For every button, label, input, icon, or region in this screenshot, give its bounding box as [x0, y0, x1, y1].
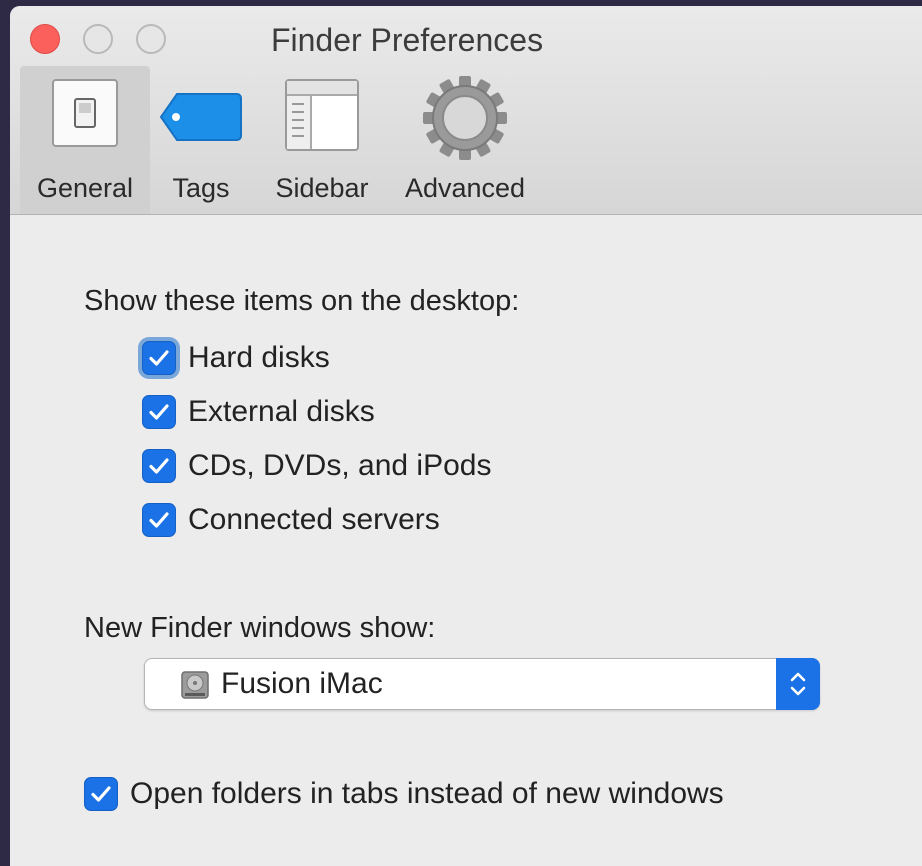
window-title: Finder Preferences — [270, 22, 544, 58]
hard-disks-label: Hard disks — [188, 341, 330, 374]
tab-label: General — [36, 173, 134, 203]
checkmark-icon — [149, 458, 169, 474]
general-pane: Show these items on the desktop: Hard di… — [10, 215, 922, 866]
selected-location: Fusion iMac — [221, 667, 383, 700]
cds-dvds-ipods-label: CDs, DVDs, and iPods — [188, 449, 492, 482]
connected-servers-checkbox[interactable] — [142, 503, 176, 537]
hard-disks-checkbox[interactable] — [142, 341, 176, 375]
general-switch-icon — [51, 78, 119, 153]
finder-preferences-window: Finder Preferences General Tags Sidebar … — [10, 6, 922, 866]
tab-label: Tags — [172, 173, 230, 203]
cds-dvds-ipods-checkbox[interactable] — [142, 449, 176, 483]
gear-icon — [421, 74, 509, 167]
hard-disk-icon — [179, 669, 211, 701]
chevron-updown-icon[interactable] — [776, 658, 820, 710]
connected-servers-label: Connected servers — [188, 503, 440, 536]
checkmark-icon — [149, 404, 169, 420]
checkmark-icon — [91, 786, 111, 802]
new-finder-window-select[interactable]: Fusion iMac — [144, 658, 820, 710]
checkmark-icon — [149, 512, 169, 528]
desktop-items-heading: Show these items on the desktop: — [84, 285, 520, 317]
external-disks-option[interactable]: External disks — [142, 395, 375, 429]
tab-general[interactable]: General — [20, 66, 150, 214]
tab-sidebar[interactable]: Sidebar — [262, 66, 382, 214]
sidebar-icon — [284, 78, 360, 157]
tab-label: Advanced — [404, 173, 526, 203]
tab-advanced[interactable]: Advanced — [390, 66, 540, 214]
open-in-tabs-option[interactable]: Open folders in tabs instead of new wind… — [84, 777, 724, 811]
titlebar-toolbar: Finder Preferences General Tags Sidebar … — [10, 6, 922, 215]
tab-label: Sidebar — [275, 173, 369, 203]
connected-servers-option[interactable]: Connected servers — [142, 503, 440, 537]
tab-tags[interactable]: Tags — [156, 66, 246, 214]
external-disks-label: External disks — [188, 395, 375, 428]
open-in-tabs-label: Open folders in tabs instead of new wind… — [130, 777, 724, 810]
new-window-heading: New Finder windows show: — [84, 612, 436, 644]
tag-icon — [159, 92, 243, 147]
cds-dvds-ipods-option[interactable]: CDs, DVDs, and iPods — [142, 449, 491, 483]
checkmark-icon — [149, 350, 169, 366]
external-disks-checkbox[interactable] — [142, 395, 176, 429]
hard-disks-option[interactable]: Hard disks — [142, 341, 330, 375]
open-in-tabs-checkbox[interactable] — [84, 777, 118, 811]
